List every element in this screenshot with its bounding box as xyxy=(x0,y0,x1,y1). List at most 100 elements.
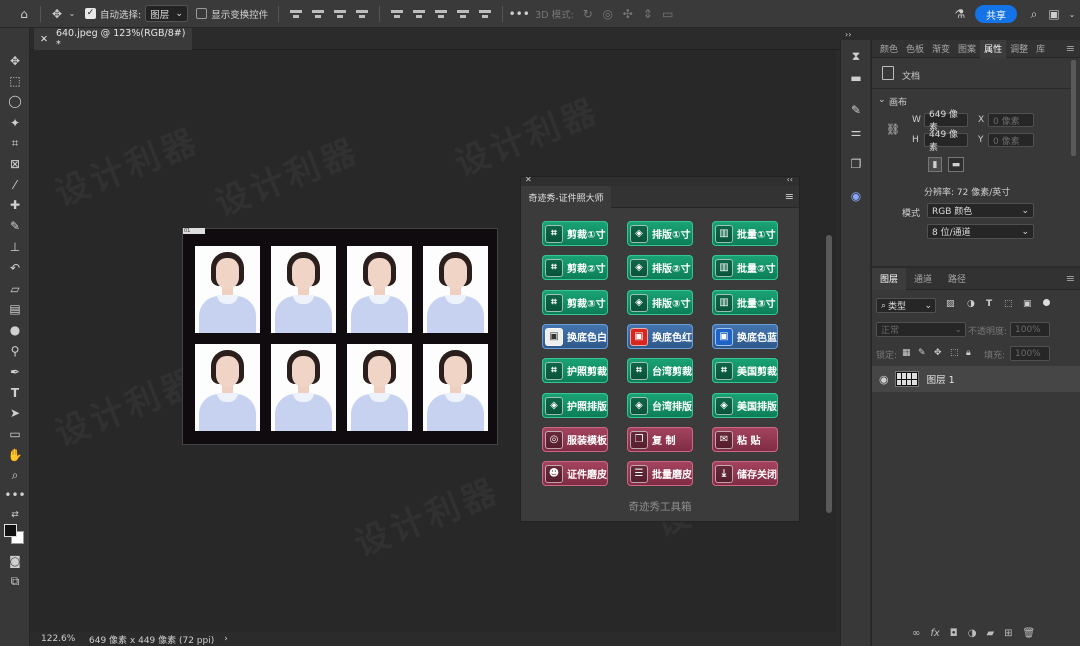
zoom-tool-icon[interactable]: ⌕ xyxy=(5,466,25,484)
trash-icon[interactable]: 🗑︎ xyxy=(1023,628,1036,639)
bit-depth-dropdown[interactable]: 8 位/通道 ⌄ xyxy=(927,224,1034,239)
blend-mode-dropdown[interactable]: 正常 ⌄ xyxy=(876,322,966,337)
layer-mask-icon[interactable]: ◘ xyxy=(950,628,958,639)
height-field[interactable]: 449 像素 xyxy=(924,130,968,153)
show-transform-checkbox[interactable] xyxy=(196,8,208,19)
plugin-button[interactable]: ⌗ 美国剪裁 xyxy=(712,358,778,383)
tab-channels[interactable]: 通道 xyxy=(906,268,940,290)
panel-menu-icon[interactable]: ≡ xyxy=(1066,42,1075,55)
distribute-left-icon[interactable] xyxy=(456,8,470,20)
collapse-icon[interactable]: ›› xyxy=(845,30,851,39)
tab-properties[interactable]: 属性 xyxy=(980,39,1007,58)
align-top-icon[interactable] xyxy=(289,8,303,20)
workspace-icon[interactable]: ▣ xyxy=(1044,4,1064,24)
plugin-button[interactable]: ⤓ 储存关闭 xyxy=(712,461,778,486)
plugin-button[interactable]: ▣ 换底色红 xyxy=(627,324,693,349)
frame-tool-icon[interactable]: ⊠ xyxy=(5,155,25,173)
plugin-button[interactable]: ◈ 排版③寸 xyxy=(627,290,693,315)
vertical-scrollbar[interactable] xyxy=(826,235,832,513)
plugin-globe-icon[interactable]: ◉ xyxy=(848,188,864,204)
history-brush-icon[interactable]: ↶ xyxy=(5,259,25,277)
blur-tool-icon[interactable]: ● xyxy=(5,321,25,339)
brush-settings-icon[interactable]: ✎ xyxy=(848,102,864,118)
plugin-button[interactable]: ▣ 换底色白 xyxy=(542,324,608,349)
type-tool-icon[interactable]: T xyxy=(5,384,25,402)
gradient-tool-icon[interactable]: ▤ xyxy=(5,300,25,318)
tab-patterns[interactable]: 图案 xyxy=(954,40,980,58)
marquee-tool-icon[interactable]: ⬚ xyxy=(5,72,25,90)
swap-colors-icon[interactable]: ⇄ xyxy=(5,506,25,524)
lock-position-icon[interactable]: ✥ xyxy=(934,348,942,358)
plugin-button[interactable]: ◎ 服装模板 xyxy=(542,427,608,452)
filter-type-icon[interactable]: T xyxy=(986,299,992,309)
y-field[interactable]: 0 像素 xyxy=(988,133,1034,147)
opacity-field[interactable]: 100% xyxy=(1010,322,1050,337)
plugin-button[interactable]: ◈ 排版②寸 xyxy=(627,255,693,280)
move-tool-icon[interactable]: ✥ xyxy=(5,52,25,70)
width-field[interactable]: 649 像素 xyxy=(924,110,968,133)
roll-3d-icon[interactable]: ◎ xyxy=(598,4,618,24)
document-tab[interactable]: ✕ 640.jpeg @ 123%(RGB/8#) * xyxy=(34,28,192,50)
eye-icon[interactable]: ◉ xyxy=(879,373,889,386)
plugin-button[interactable]: ◈ 美国排版 xyxy=(712,393,778,418)
stamp-tool-icon[interactable]: ⊥ xyxy=(5,238,25,256)
crop-tool-icon[interactable]: ⌗ xyxy=(5,134,25,152)
plugin-button[interactable]: ❐ 复 制 xyxy=(627,427,693,452)
distribute-right-icon[interactable] xyxy=(478,8,492,20)
lock-pixels-icon[interactable]: ✎ xyxy=(918,348,926,358)
slide-3d-icon[interactable]: ⇕ xyxy=(638,4,658,24)
comment-icon[interactable]: ▬ xyxy=(848,70,864,86)
lasso-tool-icon[interactable]: ◯ xyxy=(5,92,25,110)
zoom-level[interactable]: 122.6% xyxy=(41,634,89,644)
tab-color[interactable]: 颜色 xyxy=(876,40,902,58)
tab-gradients[interactable]: 渐变 xyxy=(928,40,954,58)
orbit-3d-icon[interactable]: ↻ xyxy=(578,4,598,24)
portrait-orientation-icon[interactable]: ▮ xyxy=(928,157,942,172)
more-tools-icon[interactable]: ••• xyxy=(4,486,25,504)
group-folder-icon[interactable]: ▰ xyxy=(986,628,994,639)
foreground-color-swatch[interactable] xyxy=(4,524,17,537)
plugin-button[interactable]: ⌗ 剪裁①寸 xyxy=(542,221,608,246)
adjustment-layer-icon[interactable]: ◑ xyxy=(968,628,977,639)
quick-mask-icon[interactable]: ◙ xyxy=(5,552,25,570)
plugin-button[interactable]: ☰ 批量磨皮 xyxy=(627,461,693,486)
camera-3d-icon[interactable]: ▭ xyxy=(658,4,678,24)
flask-icon[interactable]: ⚗ xyxy=(950,4,970,24)
auto-select-dropdown[interactable]: 图层 ⌄ xyxy=(145,5,189,22)
filter-adjustment-icon[interactable]: ◑ xyxy=(967,299,975,309)
adjust-sliders-icon[interactable]: ⚌ xyxy=(848,124,864,140)
landscape-orientation-icon[interactable]: ▬ xyxy=(948,157,964,172)
lock-artboard-icon[interactable]: ⬚ xyxy=(950,348,959,358)
tab-paths[interactable]: 路径 xyxy=(940,268,974,290)
align-bottom-icon[interactable] xyxy=(333,8,347,20)
tab-adjustments[interactable]: 调整 xyxy=(1006,40,1032,58)
chevron-down-icon[interactable]: ⌄ xyxy=(1062,4,1080,24)
plugin-button[interactable]: ▥ 批量②寸 xyxy=(712,255,778,280)
plugin-button[interactable]: ▥ 批量①寸 xyxy=(712,221,778,246)
chevron-down-icon[interactable]: ⌄ xyxy=(878,95,886,105)
filter-shape-icon[interactable]: ⬚ xyxy=(1004,299,1013,309)
panel-menu-icon[interactable]: ≡ xyxy=(1066,272,1075,285)
plugin-button[interactable]: ✉ 粘 贴 xyxy=(712,427,778,452)
plugin-button[interactable]: ⌗ 护照剪裁 xyxy=(542,358,608,383)
distribute-vcenter-icon[interactable] xyxy=(412,8,426,20)
plugin-button[interactable]: ◈ 排版①寸 xyxy=(627,221,693,246)
distribute-top-icon[interactable] xyxy=(390,8,404,20)
lock-all-icon[interactable]: 🔒︎ xyxy=(966,348,971,358)
home-icon[interactable]: ⌂ xyxy=(14,4,34,24)
new-layer-icon[interactable]: ⊞ xyxy=(1004,628,1012,639)
brush-tool-icon[interactable]: ✎ xyxy=(5,217,25,235)
magic-wand-icon[interactable]: ✦ xyxy=(5,114,25,132)
drag-3d-icon[interactable]: ✣ xyxy=(618,4,638,24)
share-button[interactable]: 共享 xyxy=(975,5,1017,23)
fill-field[interactable]: 100% xyxy=(1010,346,1050,361)
plugin-button[interactable]: ☻ 证件磨皮 xyxy=(542,461,608,486)
collapse-icon[interactable]: ‹‹ xyxy=(787,175,793,184)
tab-libraries[interactable]: 库 xyxy=(1032,40,1049,58)
plugin-button[interactable]: ⌗ 剪裁②寸 xyxy=(542,255,608,280)
align-vcenter-icon[interactable] xyxy=(311,8,325,20)
rectangle-tool-icon[interactable]: ▭ xyxy=(5,425,25,443)
eraser-tool-icon[interactable]: ▱ xyxy=(5,280,25,298)
auto-select-checkbox[interactable]: ✓ xyxy=(85,8,96,19)
tab-layers[interactable]: 图层 xyxy=(872,267,907,290)
